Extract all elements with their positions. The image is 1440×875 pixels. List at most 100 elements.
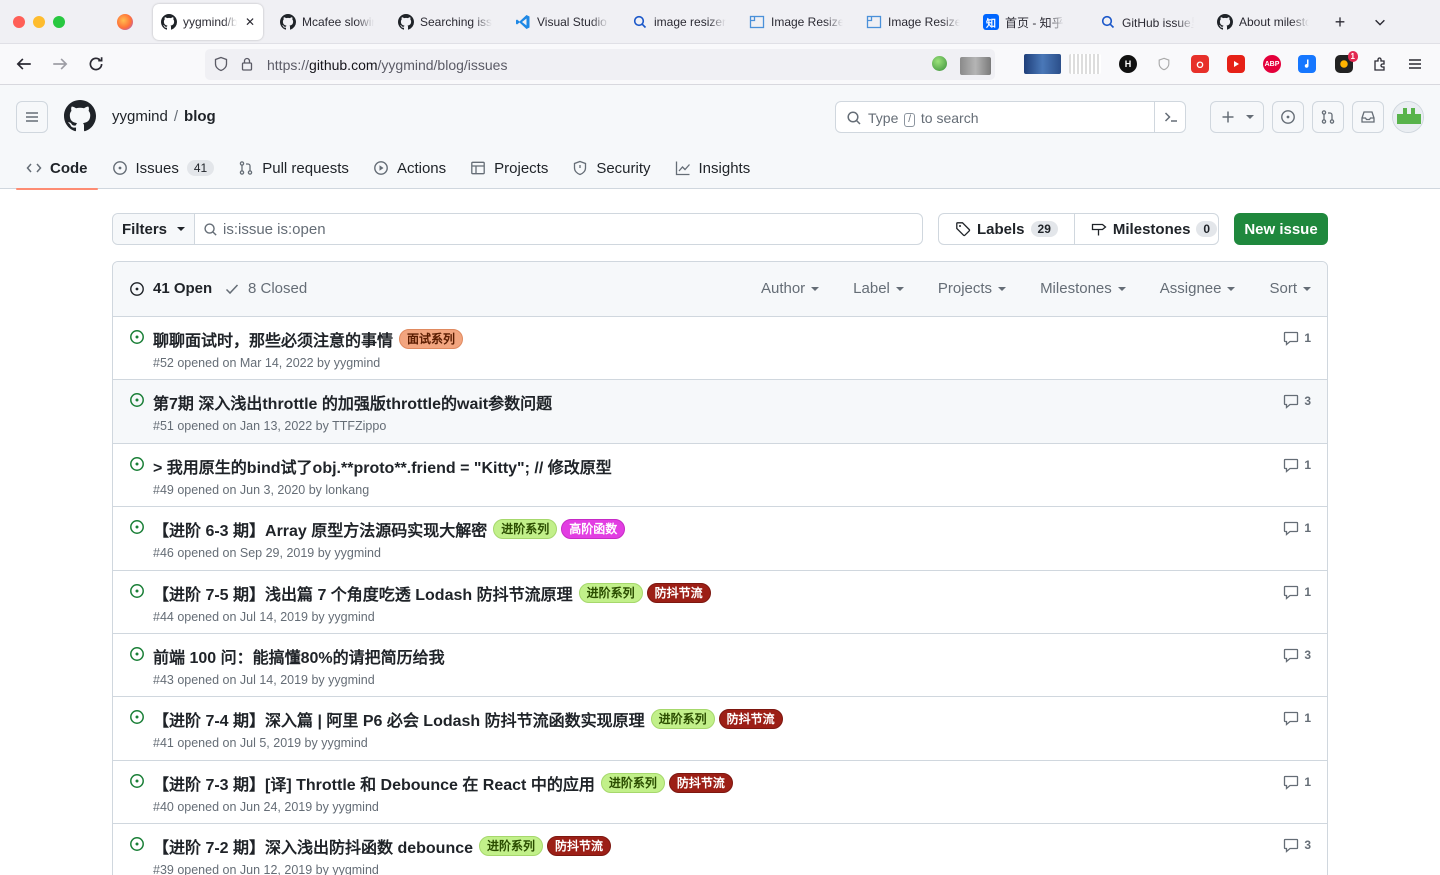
issue-comments-link[interactable]: 1	[1283, 457, 1311, 473]
issue-title-link[interactable]: > 我用原生的bind试了obj.**proto**.friend = "Kit…	[153, 454, 612, 478]
issue-row[interactable]: 【进阶 7-2 期】深入浅出防抖函数 debounce 进阶系列 防抖节流 #39 o…	[113, 824, 1327, 875]
extensions-button[interactable]	[1371, 55, 1389, 73]
milestones-filter-menu[interactable]: Milestones	[1040, 280, 1126, 297]
list-all-tabs-button[interactable]	[1370, 12, 1390, 32]
sort-filter-menu[interactable]: Sort	[1269, 280, 1311, 297]
issue-comments-link[interactable]: 3	[1283, 393, 1311, 410]
app-menu-button[interactable]	[1406, 55, 1424, 73]
issue-label[interactable]: 进阶系列	[578, 582, 643, 603]
issue-title-link[interactable]: 聊聊面试时，那些必须注意的事情	[153, 327, 393, 351]
browser-tab[interactable]: GitHub issue里	[1092, 4, 1202, 40]
lock-icon[interactable]	[239, 56, 255, 72]
issue-label[interactable]: 进阶系列	[493, 519, 558, 540]
user-avatar[interactable]	[1392, 101, 1424, 133]
address-bar[interactable]: https://github.com/yygmind/blog/issues	[205, 49, 995, 80]
github-mark-icon[interactable]	[64, 100, 96, 132]
issue-comments-link[interactable]: 1	[1283, 584, 1311, 600]
closed-issues-toggle[interactable]: 8 Closed	[224, 280, 307, 297]
issue-row[interactable]: 【进阶 7-5 期】浅出篇 7 个角度吃透 Lodash 防抖节流原理 进阶系列防…	[113, 570, 1327, 634]
zoom-window-button[interactable]	[53, 16, 65, 28]
issue-title-link[interactable]: 【进阶 7-2 期】深入浅出防抖函数 debounce	[153, 834, 473, 858]
issue-label[interactable]: 进阶系列	[650, 709, 715, 730]
tab-pull-requests[interactable]: Pull requests	[228, 147, 359, 189]
browser-tab[interactable]: About milestones	[1209, 4, 1317, 40]
issue-label[interactable]: 防抖节流	[668, 772, 733, 793]
labels-button[interactable]: Labels 29	[939, 214, 1074, 244]
issue-row[interactable]: 前端 100 问：能搞懂80%的请把简历给我 #43 opened on Jul …	[113, 633, 1327, 698]
create-new-button[interactable]	[1210, 101, 1264, 133]
new-tab-button[interactable]: +	[1330, 12, 1350, 32]
youtube-extension-icon[interactable]	[1227, 55, 1245, 73]
issue-title-link[interactable]: 【进阶 7-4 期】深入篇 | 阿里 P6 必会 Lodash 防抖节流函数实现…	[153, 707, 645, 731]
shield-extension-icon[interactable]	[1155, 55, 1173, 73]
global-nav-menu-button[interactable]	[16, 101, 48, 133]
adblock-plus-extension-icon[interactable]: ABP	[1263, 55, 1281, 73]
issue-title-link[interactable]: 第7期 深入浅出throttle 的加强版throttle的wait参数问题	[153, 390, 552, 414]
tab-issues[interactable]: Issues 41	[102, 147, 225, 189]
globe-extension-icon[interactable]	[932, 56, 947, 71]
projects-filter-menu[interactable]: Projects	[938, 280, 1007, 297]
h-extension-icon[interactable]: H	[1119, 55, 1137, 73]
page-thumbnail-icon[interactable]	[960, 57, 991, 75]
issue-title-link[interactable]: 前端 100 问：能搞懂80%的请把简历给我	[153, 644, 445, 668]
minimize-window-button[interactable]	[33, 16, 45, 28]
forward-button[interactable]	[50, 54, 70, 74]
issue-row[interactable]: 聊聊面试时，那些必须注意的事情 面试系列 #52 opened on Mar 14,…	[113, 317, 1327, 381]
issue-title-link[interactable]: 【进阶 7-5 期】浅出篇 7 个角度吃透 Lodash 防抖节流原理	[153, 581, 573, 605]
extension-thumbnail-icon[interactable]	[1024, 54, 1061, 74]
pull-requests-button[interactable]	[1312, 101, 1344, 133]
tab-insights[interactable]: Insights	[665, 147, 761, 189]
issue-row[interactable]: 【进阶 6-3 期】Array 原型方法源码实现大解密 进阶系列 高阶函数 #46 o…	[113, 507, 1327, 571]
issue-title-link[interactable]: 【进阶 6-3 期】Array 原型方法源码实现大解密	[153, 517, 487, 541]
browser-tab[interactable]: Visual Studio Code	[507, 4, 617, 40]
close-window-button[interactable]	[13, 16, 25, 28]
tab-security[interactable]: Security	[562, 147, 660, 189]
camera-extension-icon[interactable]	[1191, 55, 1209, 73]
issue-search-input[interactable]: is:issue is:open	[223, 221, 326, 238]
inbox-button[interactable]	[1352, 101, 1384, 133]
repo-owner-link[interactable]: yygmind	[112, 108, 168, 125]
browser-tab[interactable]: 知首页 - 知乎	[975, 4, 1085, 40]
issue-comments-link[interactable]: 3	[1283, 647, 1311, 663]
issue-row[interactable]: > 我用原生的bind试了obj.**proto**.friend = "Kit…	[113, 443, 1327, 508]
back-button[interactable]	[14, 54, 34, 74]
author-filter-menu[interactable]: Author	[761, 280, 820, 297]
issue-row[interactable]: 第7期 深入浅出throttle 的加强版throttle的wait参数问题 #5…	[113, 380, 1327, 444]
tab-actions[interactable]: Actions	[363, 147, 456, 189]
translate-extension-icon[interactable]	[1298, 55, 1316, 73]
issue-label[interactable]: 高阶函数	[561, 519, 626, 540]
issue-label[interactable]: 进阶系列	[479, 836, 544, 857]
reload-button[interactable]	[86, 54, 106, 74]
issue-row[interactable]: 【进阶 7-4 期】深入篇 | 阿里 P6 必会 Lodash 防抖节流函数实现…	[113, 697, 1327, 761]
command-palette-button[interactable]	[1154, 102, 1186, 132]
issue-label[interactable]: 进阶系列	[600, 772, 665, 793]
browser-tab[interactable]: Mcafee slowing	[272, 4, 382, 40]
browser-tab[interactable]: Image Resizer	[858, 4, 968, 40]
issue-label[interactable]: 防抖节流	[547, 836, 612, 857]
issue-label[interactable]: 防抖节流	[646, 582, 711, 603]
browser-tab[interactable]: Searching issues	[390, 4, 500, 40]
browser-tab[interactable]: yygmind/blog ✕	[153, 4, 263, 40]
issue-comments-link[interactable]: 1	[1283, 710, 1311, 727]
extension-thumbnail-icon[interactable]	[1069, 54, 1101, 74]
issues-button[interactable]	[1272, 101, 1304, 133]
open-issues-toggle[interactable]: 41 Open	[129, 280, 212, 297]
close-tab-icon[interactable]: ✕	[245, 15, 255, 29]
issue-label[interactable]: 面试系列	[399, 329, 464, 349]
tab-projects[interactable]: Projects	[460, 147, 558, 189]
label-filter-menu[interactable]: Label	[853, 280, 904, 297]
browser-tab[interactable]: image resizer	[624, 4, 734, 40]
issue-comments-link[interactable]: 1	[1283, 774, 1311, 790]
issue-comments-link[interactable]: 1	[1283, 330, 1311, 346]
badge-extension-icon[interactable]: 1	[1335, 51, 1358, 73]
firefox-view-icon[interactable]	[117, 14, 133, 30]
new-issue-button[interactable]: New issue	[1234, 213, 1328, 245]
milestones-button[interactable]: Milestones 0	[1073, 214, 1233, 244]
tracking-protection-shield-icon[interactable]	[213, 56, 229, 72]
issue-comments-link[interactable]: 1	[1283, 520, 1311, 537]
assignee-filter-menu[interactable]: Assignee	[1160, 280, 1236, 297]
global-search-input[interactable]: Type / to search	[835, 101, 1186, 133]
tab-code[interactable]: Code	[16, 147, 98, 190]
issue-label[interactable]: 防抖节流	[718, 709, 783, 730]
filters-dropdown-button[interactable]: Filters	[113, 214, 195, 244]
